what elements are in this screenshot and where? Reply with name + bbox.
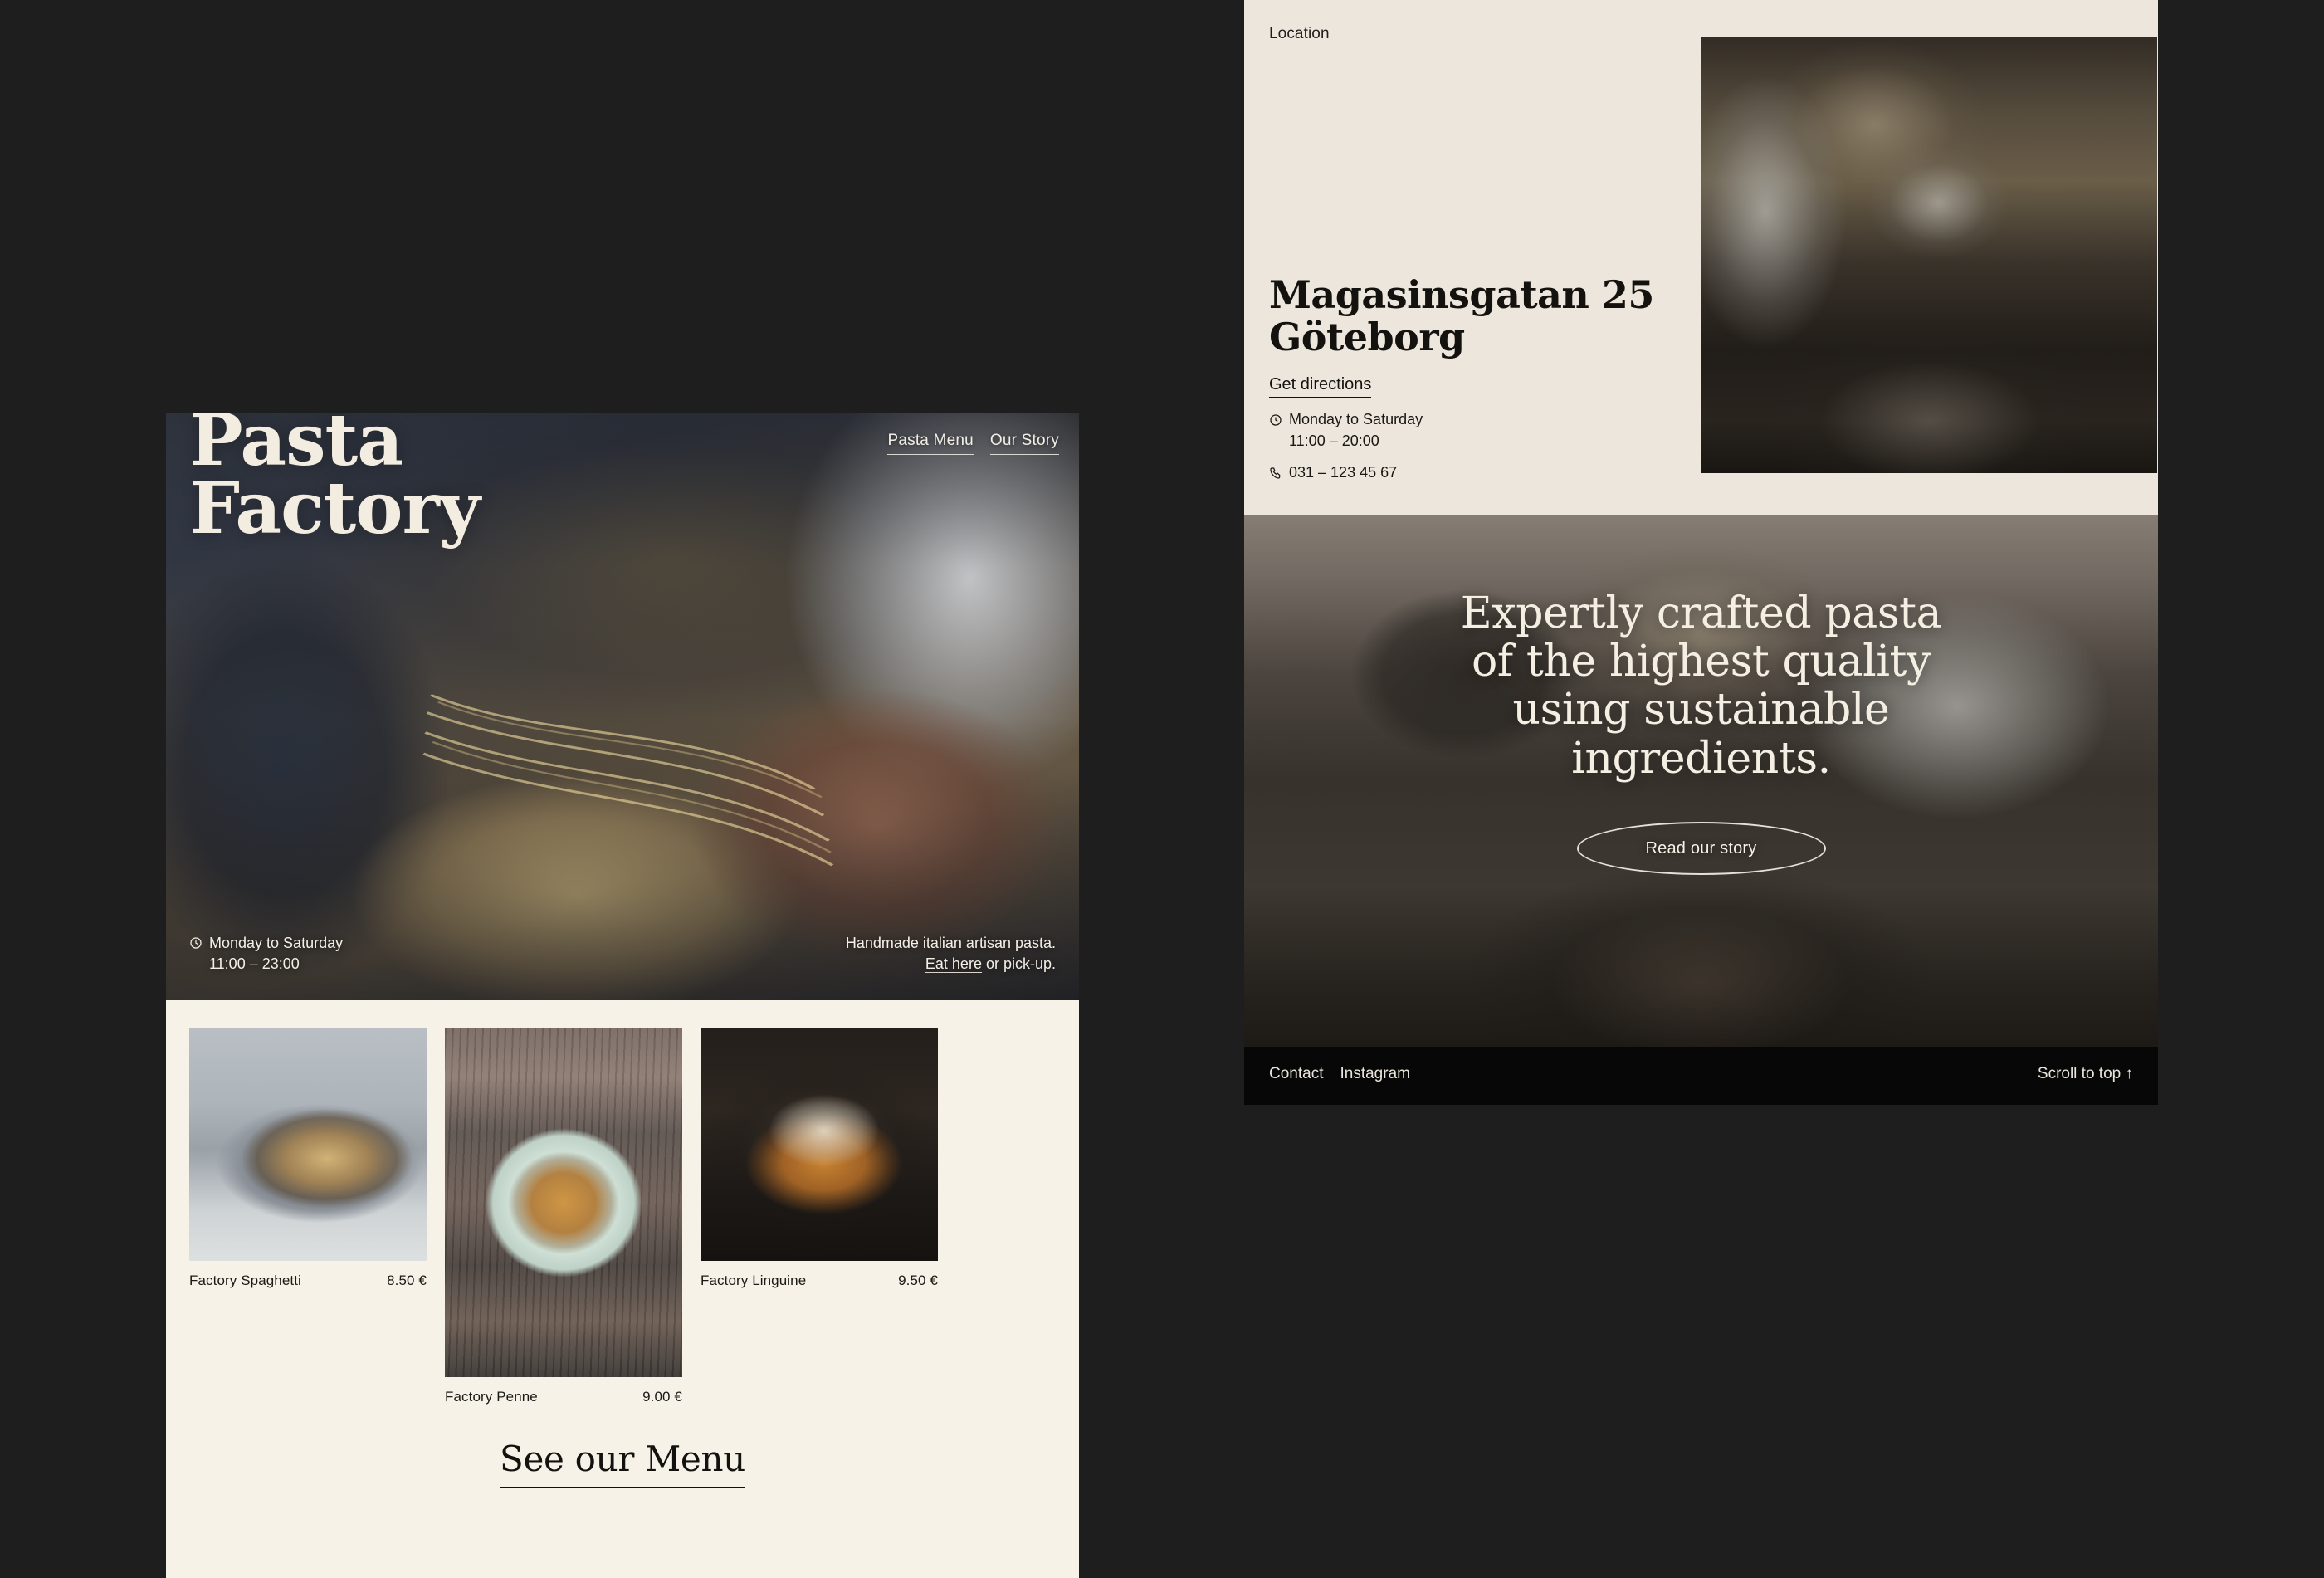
hero-tagline: Handmade italian artisan pasta. [845,934,1056,951]
address-line-2: Göteborg [1269,315,1465,360]
menu-card-meta: Factory Penne 9.00 € [445,1389,682,1405]
menu-card-linguine[interactable]: Factory Linguine 9.50 € [701,1028,938,1289]
hero-title-line-2: Factory [189,466,481,550]
menu-card-meta: Factory Spaghetti 8.50 € [189,1273,427,1289]
linguine-photo [701,1028,938,1261]
location-phone: 031 – 123 45 67 [1289,464,1398,481]
hero-section: Pasta Factory Pasta Menu Our Story Monda… [166,413,1079,1000]
hero-hours-time: 11:00 – 23:00 [209,955,300,973]
story-quote: Expertly crafted pasta of the highest qu… [1244,589,2158,783]
location-hours-time: 11:00 – 20:00 [1289,432,1379,450]
location-hours-days: Monday to Saturday [1289,411,1423,427]
address-line-1: Magasinsgatan 25 [1269,272,1654,317]
address-heading: Magasinsgatan 25 Göteborg [1269,272,1654,360]
hero-navigation: Pasta Menu Our Story [887,432,1059,455]
nav-link-our-story[interactable]: Our Story [989,432,1059,455]
menu-item-price: 9.00 € [642,1389,682,1405]
eat-here-link[interactable]: Eat here [925,955,982,974]
location-opening-hours: Monday to Saturday 11:00 – 20:00 [1269,408,1423,452]
quote-line-2: of the highest quality [1471,637,1931,687]
menu-card-spaghetti[interactable]: Factory Spaghetti 8.50 € [189,1028,427,1289]
quote-line-4: ingredients. [1571,733,1831,784]
menu-card-penne[interactable]: Factory Penne 9.00 € [445,1028,682,1405]
menu-item-name: Factory Spaghetti [189,1273,301,1288]
menu-preview-section: Factory Spaghetti 8.50 € Factory Penne 9… [166,1000,1079,1488]
quote-line-3: using sustainable [1512,685,1890,735]
menu-card-meta: Factory Linguine 9.50 € [701,1273,938,1289]
hero-hours-days: Monday to Saturday [209,934,344,951]
screenshot-canvas: Pasta Factory Pasta Menu Our Story Monda… [0,0,2324,1578]
see-our-menu-link[interactable]: See our Menu [500,1439,745,1488]
read-our-story-label: Read our story [1645,838,1757,857]
nav-link-pasta-menu[interactable]: Pasta Menu [887,432,974,455]
menu-card-grid: Factory Spaghetti 8.50 € Factory Penne 9… [189,1028,1056,1405]
clock-icon [189,935,203,956]
clock-icon [1269,411,1282,432]
hero-tagline-block: Handmade italian artisan pasta. Eat here… [846,933,1056,975]
location-section: Location Magasinsgatan 25 Göteborg Get d… [1244,0,2158,515]
hero-title: Pasta Factory [189,413,481,544]
footer-links: Contact Instagram [1269,1065,1410,1087]
scroll-to-top-link[interactable]: Scroll to top ↑ [2037,1065,2133,1087]
phone-icon [1269,464,1282,486]
hero-opening-hours: Monday to Saturday 11:00 – 23:00 [189,933,343,975]
site-footer: Contact Instagram Scroll to top ↑ [1244,1047,2158,1105]
read-our-story-button[interactable]: Read our story [1576,822,1826,875]
footer-link-instagram[interactable]: Instagram [1340,1065,1410,1087]
menu-item-price: 9.50 € [898,1273,938,1288]
order-rest-text: or pick-up. [981,955,1056,973]
menu-item-name: Factory Linguine [701,1273,807,1288]
penne-photo [445,1028,682,1377]
spaghetti-photo [189,1028,427,1261]
footer-link-contact[interactable]: Contact [1269,1065,1324,1087]
story-section: Expertly crafted pasta of the highest qu… [1244,515,2158,1047]
menu-item-name: Factory Penne [445,1389,538,1405]
location-details: Monday to Saturday 11:00 – 20:00 031 – 1… [1269,408,1423,486]
left-site-panel: Pasta Factory Pasta Menu Our Story Monda… [166,413,1079,1578]
menu-item-price: 8.50 € [387,1273,427,1288]
restaurant-interior-photo [1702,37,2157,473]
see-menu-wrapper: See our Menu [189,1405,1056,1488]
hero-bottom-bar: Monday to Saturday 11:00 – 23:00 Handmad… [166,933,1079,975]
right-site-panel: Location Magasinsgatan 25 Göteborg Get d… [1244,0,2158,1105]
hero-order-line: Eat here or pick-up. [846,954,1056,975]
quote-line-1: Expertly crafted pasta [1460,589,1942,638]
get-directions-link[interactable]: Get directions [1269,375,1372,398]
location-phone-row[interactable]: 031 – 123 45 67 [1269,462,1423,486]
